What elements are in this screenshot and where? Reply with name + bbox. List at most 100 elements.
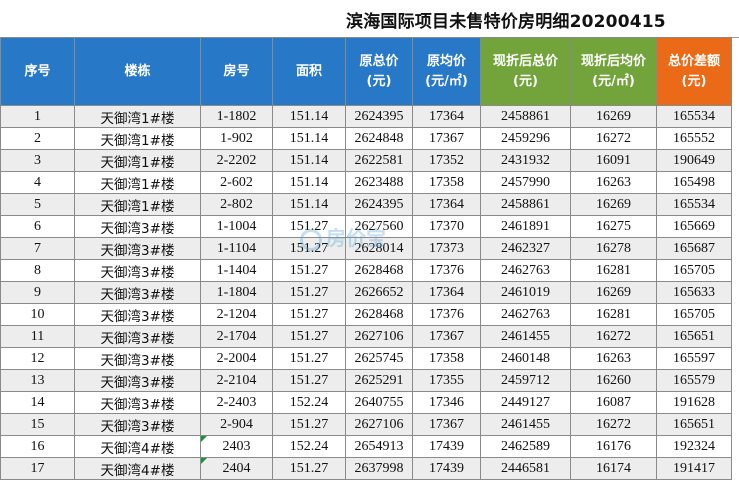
table-cell[interactable]: 151.27 bbox=[272, 369, 346, 392]
table-cell[interactable]: 151.27 bbox=[272, 457, 346, 480]
table-cell[interactable]: 165534 bbox=[656, 193, 732, 216]
table-cell[interactable]: 2-2202 bbox=[200, 149, 273, 172]
table-cell[interactable]: 天御湾1#楼 bbox=[74, 171, 201, 194]
table-cell[interactable]: 2462763 bbox=[480, 303, 571, 326]
table-cell[interactable]: 165705 bbox=[656, 303, 732, 326]
table-cell[interactable]: 2446581 bbox=[480, 457, 571, 480]
table-cell[interactable]: 151.14 bbox=[272, 105, 346, 128]
table-cell[interactable]: 7 bbox=[0, 237, 75, 260]
table-cell[interactable]: 2627106 bbox=[345, 325, 413, 348]
table-cell[interactable]: 2457990 bbox=[480, 171, 571, 194]
table-cell[interactable]: 2627560 bbox=[345, 215, 413, 238]
table-cell[interactable]: 2624395 bbox=[345, 105, 413, 128]
table-cell[interactable]: 1-1804 bbox=[200, 281, 273, 304]
table-cell[interactable]: 2624395 bbox=[345, 193, 413, 216]
table-cell[interactable]: 2461019 bbox=[480, 281, 571, 304]
table-cell[interactable]: 192324 bbox=[656, 435, 732, 458]
table-cell[interactable]: 165552 bbox=[656, 127, 732, 150]
table-cell[interactable]: 2461455 bbox=[480, 413, 571, 436]
table-cell[interactable]: 17376 bbox=[412, 303, 481, 326]
table-cell[interactable]: 11 bbox=[0, 325, 75, 348]
table-cell[interactable]: 2626652 bbox=[345, 281, 413, 304]
table-cell[interactable]: 2 bbox=[0, 127, 75, 150]
table-cell[interactable]: 天御湾3#楼 bbox=[74, 369, 201, 392]
table-cell[interactable]: 16275 bbox=[570, 215, 657, 238]
table-cell[interactable]: 151.27 bbox=[272, 347, 346, 370]
table-cell[interactable]: 2625745 bbox=[345, 347, 413, 370]
table-cell[interactable]: 天御湾3#楼 bbox=[74, 281, 201, 304]
table-cell[interactable]: 2-2004 bbox=[200, 347, 273, 370]
table-cell[interactable]: 16176 bbox=[570, 435, 657, 458]
table-cell[interactable]: 1-902 bbox=[200, 127, 273, 150]
table-cell[interactable]: 17 bbox=[0, 457, 75, 480]
table-cell[interactable]: 16174 bbox=[570, 457, 657, 480]
table-cell[interactable]: 2449127 bbox=[480, 391, 571, 414]
table-cell[interactable]: 16269 bbox=[570, 193, 657, 216]
table-cell[interactable]: 天御湾1#楼 bbox=[74, 149, 201, 172]
table-cell[interactable]: 151.27 bbox=[272, 303, 346, 326]
table-cell[interactable]: 17439 bbox=[412, 457, 481, 480]
table-cell[interactable]: 17352 bbox=[412, 149, 481, 172]
table-cell[interactable]: 17346 bbox=[412, 391, 481, 414]
table-cell[interactable]: 2-904 bbox=[200, 413, 273, 436]
table-cell[interactable]: 10 bbox=[0, 303, 75, 326]
table-cell[interactable]: 17355 bbox=[412, 369, 481, 392]
table-cell[interactable]: 天御湾4#楼 bbox=[74, 435, 201, 458]
table-cell[interactable]: 2640755 bbox=[345, 391, 413, 414]
table-cell[interactable]: 12 bbox=[0, 347, 75, 370]
table-cell[interactable]: 2462327 bbox=[480, 237, 571, 260]
table-cell[interactable]: 16260 bbox=[570, 369, 657, 392]
table-cell[interactable]: 17367 bbox=[412, 413, 481, 436]
table-cell[interactable]: 2654913 bbox=[345, 435, 413, 458]
table-cell[interactable]: 2628468 bbox=[345, 259, 413, 282]
table-cell[interactable]: 2458861 bbox=[480, 105, 571, 128]
table-cell[interactable]: 16272 bbox=[570, 127, 657, 150]
table-cell[interactable]: 165579 bbox=[656, 369, 732, 392]
table-cell[interactable]: 151.14 bbox=[272, 171, 346, 194]
table-cell[interactable]: 16 bbox=[0, 435, 75, 458]
table-cell[interactable]: 2431932 bbox=[480, 149, 571, 172]
table-cell[interactable]: 2628468 bbox=[345, 303, 413, 326]
table-cell[interactable]: 天御湾3#楼 bbox=[74, 325, 201, 348]
table-cell[interactable]: 151.27 bbox=[272, 413, 346, 436]
table-cell[interactable]: 151.14 bbox=[272, 149, 346, 172]
table-cell[interactable]: 2-2104 bbox=[200, 369, 273, 392]
table-cell[interactable]: 2622581 bbox=[345, 149, 413, 172]
table-cell[interactable]: 17370 bbox=[412, 215, 481, 238]
table-cell[interactable]: 151.27 bbox=[272, 215, 346, 238]
table-cell[interactable]: 2460148 bbox=[480, 347, 571, 370]
table-cell[interactable]: 9 bbox=[0, 281, 75, 304]
table-cell[interactable]: 6 bbox=[0, 215, 75, 238]
table-cell[interactable]: 17358 bbox=[412, 347, 481, 370]
table-cell[interactable]: 14 bbox=[0, 391, 75, 414]
table-cell[interactable]: 151.27 bbox=[272, 325, 346, 348]
table-cell[interactable]: 天御湾3#楼 bbox=[74, 303, 201, 326]
table-cell[interactable]: 2461455 bbox=[480, 325, 571, 348]
table-cell[interactable]: 152.24 bbox=[272, 435, 346, 458]
table-cell[interactable]: 16281 bbox=[570, 259, 657, 282]
table-cell[interactable]: 16272 bbox=[570, 413, 657, 436]
table-cell[interactable]: 165534 bbox=[656, 105, 732, 128]
table-cell[interactable]: 2628014 bbox=[345, 237, 413, 260]
table-cell[interactable]: 1-1802 bbox=[200, 105, 273, 128]
table-cell[interactable]: 151.14 bbox=[272, 193, 346, 216]
table-cell[interactable]: 1-1104 bbox=[200, 237, 273, 260]
table-cell[interactable]: 191417 bbox=[656, 457, 732, 480]
table-cell[interactable]: 165597 bbox=[656, 347, 732, 370]
table-cell[interactable]: 17373 bbox=[412, 237, 481, 260]
table-cell[interactable]: 8 bbox=[0, 259, 75, 282]
table-cell[interactable]: 15 bbox=[0, 413, 75, 436]
table-cell[interactable]: 17367 bbox=[412, 127, 481, 150]
table-cell[interactable]: 190649 bbox=[656, 149, 732, 172]
table-cell[interactable]: 2461891 bbox=[480, 215, 571, 238]
table-cell[interactable]: 16087 bbox=[570, 391, 657, 414]
table-cell[interactable]: 165705 bbox=[656, 259, 732, 282]
table-cell[interactable]: 16091 bbox=[570, 149, 657, 172]
table-cell[interactable]: 165498 bbox=[656, 171, 732, 194]
table-cell[interactable]: 16272 bbox=[570, 325, 657, 348]
table-cell[interactable]: 2404 bbox=[200, 457, 273, 480]
table-cell[interactable]: 16281 bbox=[570, 303, 657, 326]
table-cell[interactable]: 1-1004 bbox=[200, 215, 273, 238]
table-cell[interactable]: 天御湾1#楼 bbox=[74, 127, 201, 150]
table-cell[interactable]: 4 bbox=[0, 171, 75, 194]
